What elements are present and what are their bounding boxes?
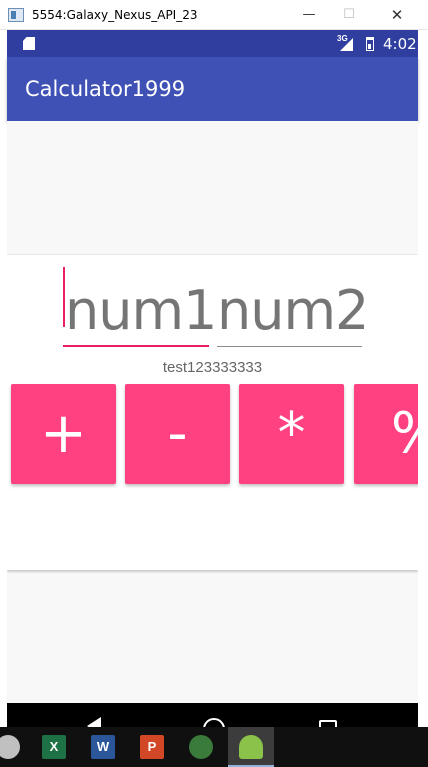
multiply-button[interactable]: * <box>239 384 344 484</box>
emulator-frame-left <box>0 30 7 727</box>
recents-icon[interactable] <box>319 720 337 727</box>
android-studio-icon[interactable] <box>189 735 213 759</box>
window-title: 5554:Galaxy_Nexus_API_23 <box>32 8 198 22</box>
android-status-bar: 3G 4:02 <box>7 30 418 57</box>
battery-icon <box>366 37 374 51</box>
back-icon[interactable] <box>87 717 101 727</box>
windows-taskbar: X W P <box>0 727 428 767</box>
sd-card-icon <box>23 37 35 50</box>
emulator-app-icon <box>8 8 24 22</box>
emulator-window: 5554:Galaxy_Nexus_API_23 — ☐ ✕ 3G 4:02 C… <box>0 0 428 767</box>
subtract-button[interactable]: - <box>125 384 230 484</box>
emulator-frame-right <box>418 30 428 727</box>
network-type: 3G <box>337 34 348 43</box>
status-clock: 4:02 <box>383 35 417 53</box>
modulo-button[interactable]: % <box>354 384 418 484</box>
app-bar: Calculator1999 <box>7 57 418 121</box>
num2-hint: num2 <box>217 279 369 342</box>
android-nav-bar <box>7 703 418 727</box>
calculator-card: num1 num2 test123333333 + - * % <box>7 254 418 570</box>
num2-input[interactable]: num2 <box>217 271 369 347</box>
powerpoint-icon[interactable]: P <box>140 735 164 759</box>
home-icon[interactable] <box>203 718 225 727</box>
num1-input[interactable]: num1 <box>63 267 217 347</box>
num2-underline <box>217 346 362 347</box>
close-button[interactable]: ✕ <box>382 4 412 26</box>
num1-hint: num1 <box>65 279 217 342</box>
android-emulator-icon[interactable] <box>239 735 263 759</box>
result-text: test123333333 <box>162 359 263 376</box>
num1-underline <box>63 345 209 347</box>
word-icon[interactable]: W <box>91 735 115 759</box>
app-icon[interactable] <box>0 735 20 759</box>
maximize-button[interactable]: ☐ <box>334 4 364 26</box>
add-button[interactable]: + <box>11 384 116 484</box>
minimize-button[interactable]: — <box>294 4 324 26</box>
app-title: Calculator1999 <box>25 77 186 101</box>
app-content: num1 num2 test123333333 + - * % <box>7 121 418 703</box>
excel-icon[interactable]: X <box>42 735 66 759</box>
window-title-bar[interactable]: 5554:Galaxy_Nexus_API_23 — ☐ ✕ <box>0 0 428 30</box>
